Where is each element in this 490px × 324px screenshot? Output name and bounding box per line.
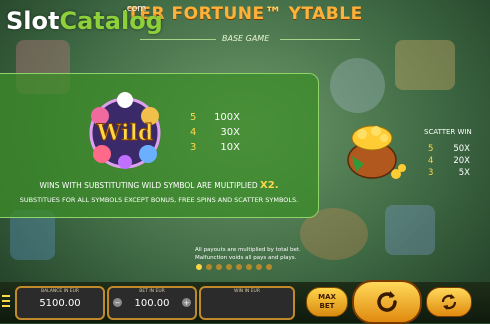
divider xyxy=(140,39,216,40)
win-display: WIN IN EUR xyxy=(199,286,295,320)
bet-increase-button[interactable]: + xyxy=(182,298,191,307)
scatter-label: SCATTER WIN xyxy=(424,128,472,136)
wild-description: WINS WITH SUBSTITUTING WILD SYMBOL ARE M… xyxy=(39,180,279,191)
menu-button[interactable] xyxy=(2,293,10,309)
wild-pay-row: 4 30X xyxy=(190,127,240,138)
page-dot[interactable] xyxy=(226,264,232,270)
svg-text:Wild: Wild xyxy=(96,120,153,146)
background-symbol xyxy=(330,58,385,113)
autoplay-icon xyxy=(441,294,457,310)
menu-icon xyxy=(2,295,10,307)
wild-pay-row: 5 100X xyxy=(190,112,240,123)
balance-display: BALANCE IN EUR 5100.00 xyxy=(15,286,105,320)
gold-pot-scatter-icon xyxy=(347,125,406,179)
page-dot[interactable] xyxy=(196,264,202,270)
page-dot[interactable] xyxy=(266,264,272,270)
watermark-logo: SlotCatalog .com xyxy=(6,4,163,35)
page-dot[interactable] xyxy=(236,264,242,270)
page-indicator[interactable] xyxy=(196,264,272,270)
section-label: BASE GAME xyxy=(222,34,270,43)
spin-arrow-icon xyxy=(377,291,397,312)
max-bet-button[interactable]: MAX BET xyxy=(306,287,348,317)
background-symbol xyxy=(395,40,455,90)
scatter-pay-row: 4 20X xyxy=(428,156,470,166)
divider xyxy=(280,39,360,40)
autoplay-button[interactable] xyxy=(426,287,472,317)
wild-symbol-icon: Wild xyxy=(89,92,161,169)
bet-selector: BET IN EUR 100.00 − + xyxy=(107,286,197,320)
page-dot[interactable] xyxy=(246,264,252,270)
page-dot[interactable] xyxy=(256,264,262,270)
page-dot[interactable] xyxy=(216,264,222,270)
page-dot[interactable] xyxy=(206,264,212,270)
spin-button[interactable] xyxy=(352,280,422,324)
wild-pay-row: 3 10X xyxy=(190,142,240,153)
bet-decrease-button[interactable]: − xyxy=(113,298,122,307)
scatter-pay-row: 5 50X xyxy=(428,144,470,154)
wild-substitute-note: SUBSTITUES FOR ALL SYMBOLS EXCEPT BONUS,… xyxy=(19,196,299,204)
payout-note: All payouts are multiplied by total bet.… xyxy=(195,247,301,261)
scatter-pay-row: 3 5X xyxy=(428,168,470,178)
background-symbol xyxy=(385,205,435,255)
